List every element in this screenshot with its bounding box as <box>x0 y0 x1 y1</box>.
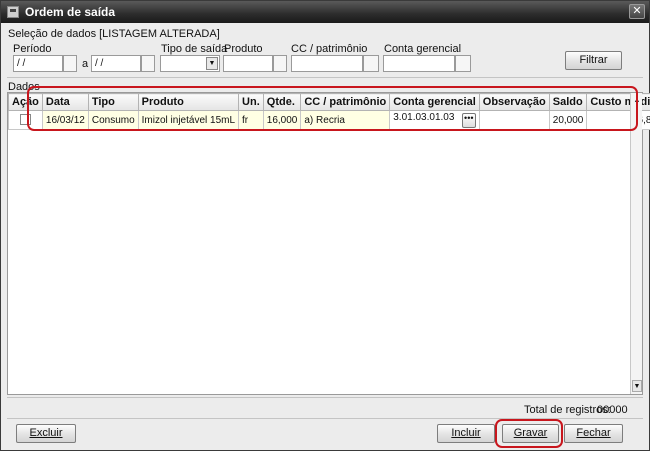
periodo-separator: a <box>82 58 89 70</box>
grid-table: Ação Data Tipo Produto Un. Qtde. CC / pa… <box>8 93 650 130</box>
chevron-down-icon[interactable]: ▼ <box>206 57 218 70</box>
ordem-saida-window: Ordem de saída ✕ Seleção de dados [LISTA… <box>0 0 650 451</box>
produto-label: Produto <box>224 43 263 55</box>
periodo-to-picker[interactable] <box>141 55 155 72</box>
scroll-up-icon[interactable]: ▲ <box>632 95 642 107</box>
cell-saldo: 20,000 <box>548 110 588 130</box>
produto-input[interactable] <box>223 55 273 72</box>
data-grid: Ação Data Tipo Produto Un. Qtde. CC / pa… <box>7 92 650 395</box>
col-header-un[interactable]: Un. <box>238 93 264 111</box>
filtrar-button-label: Filtrar <box>579 54 608 66</box>
filtrar-button[interactable]: Filtrar <box>565 51 622 70</box>
selection-section-title: Seleção de dados [LISTAGEM ALTERADA] <box>8 28 220 40</box>
periodo-from-input[interactable]: / / <box>13 55 63 72</box>
grid-header-row: Ação Data Tipo Produto Un. Qtde. CC / pa… <box>8 93 650 111</box>
col-header-saldo[interactable]: Saldo <box>548 93 588 111</box>
scroll-down-icon[interactable]: ▼ <box>632 380 642 392</box>
incluir-button[interactable]: Incluir <box>437 424 495 443</box>
window-icon <box>7 6 19 18</box>
total-registros-value: 00000 <box>597 404 628 416</box>
col-header-produto[interactable]: Produto <box>137 93 240 111</box>
cc-patrimonio-picker[interactable] <box>363 55 379 72</box>
cell-conta-value: 3.01.03.01.03 <box>393 112 455 123</box>
cell-conta[interactable]: 3.01.03.01.03 ••• <box>389 110 480 130</box>
col-header-data[interactable]: Data <box>41 93 89 111</box>
cell-tipo[interactable]: Consumo <box>87 110 139 130</box>
excluir-button-label: Excluir <box>29 427 63 439</box>
col-header-observacao[interactable]: Observação <box>478 93 550 111</box>
cell-observacao[interactable] <box>478 110 550 130</box>
gravar-button-label: Gravar <box>513 427 548 439</box>
close-icon[interactable]: ✕ <box>629 4 645 19</box>
ellipsis-icon[interactable]: ••• <box>461 113 476 128</box>
col-header-cc[interactable]: CC / patrimônio <box>300 93 391 111</box>
periodo-from-picker[interactable] <box>63 55 77 72</box>
periodo-to-input[interactable]: / / <box>91 55 141 72</box>
window-title: Ordem de saída <box>25 5 116 19</box>
gravar-button[interactable]: Gravar <box>502 424 559 443</box>
tipo-saida-select[interactable]: ▼ <box>160 55 220 72</box>
cell-qtde[interactable]: 16,000 <box>262 110 302 130</box>
footer-divider-bottom <box>7 418 643 419</box>
conta-gerencial-input[interactable] <box>383 55 455 72</box>
fechar-button-label: Fechar <box>576 427 611 439</box>
incluir-button-label: Incluir <box>451 427 481 439</box>
periodo-label: Período <box>13 43 52 55</box>
row-checkbox-cell[interactable] <box>8 110 43 130</box>
filter-divider <box>7 77 643 78</box>
col-header-acao[interactable]: Ação <box>8 93 43 111</box>
col-header-conta[interactable]: Conta gerencial <box>389 93 480 111</box>
row-checkbox[interactable] <box>19 114 31 126</box>
tipo-saida-label: Tipo de saída <box>161 43 228 55</box>
title-bar: Ordem de saída ✕ <box>1 1 649 23</box>
conta-gerencial-label: Conta gerencial <box>384 43 462 55</box>
grid-scrollbar[interactable]: ▲ ▼ <box>630 93 642 394</box>
col-header-tipo[interactable]: Tipo <box>87 93 139 111</box>
cell-produto[interactable]: Imizol injetável 15mL <box>137 110 240 130</box>
cell-data[interactable]: 16/03/12 <box>41 110 89 130</box>
cell-un[interactable]: fr <box>238 110 264 130</box>
excluir-button[interactable]: Excluir <box>16 424 76 443</box>
cc-patrimonio-label: CC / patrimônio <box>291 43 368 55</box>
table-row[interactable]: 16/03/12 Consumo Imizol injetável 15mL f… <box>8 110 650 130</box>
cc-patrimonio-input[interactable] <box>291 55 363 72</box>
conta-gerencial-picker[interactable] <box>455 55 471 72</box>
footer-divider-top <box>7 397 643 398</box>
col-header-qtde[interactable]: Qtde. <box>262 93 302 111</box>
cell-cc[interactable]: a) Recria <box>300 110 391 130</box>
produto-picker[interactable] <box>273 55 287 72</box>
fechar-button[interactable]: Fechar <box>564 424 623 443</box>
